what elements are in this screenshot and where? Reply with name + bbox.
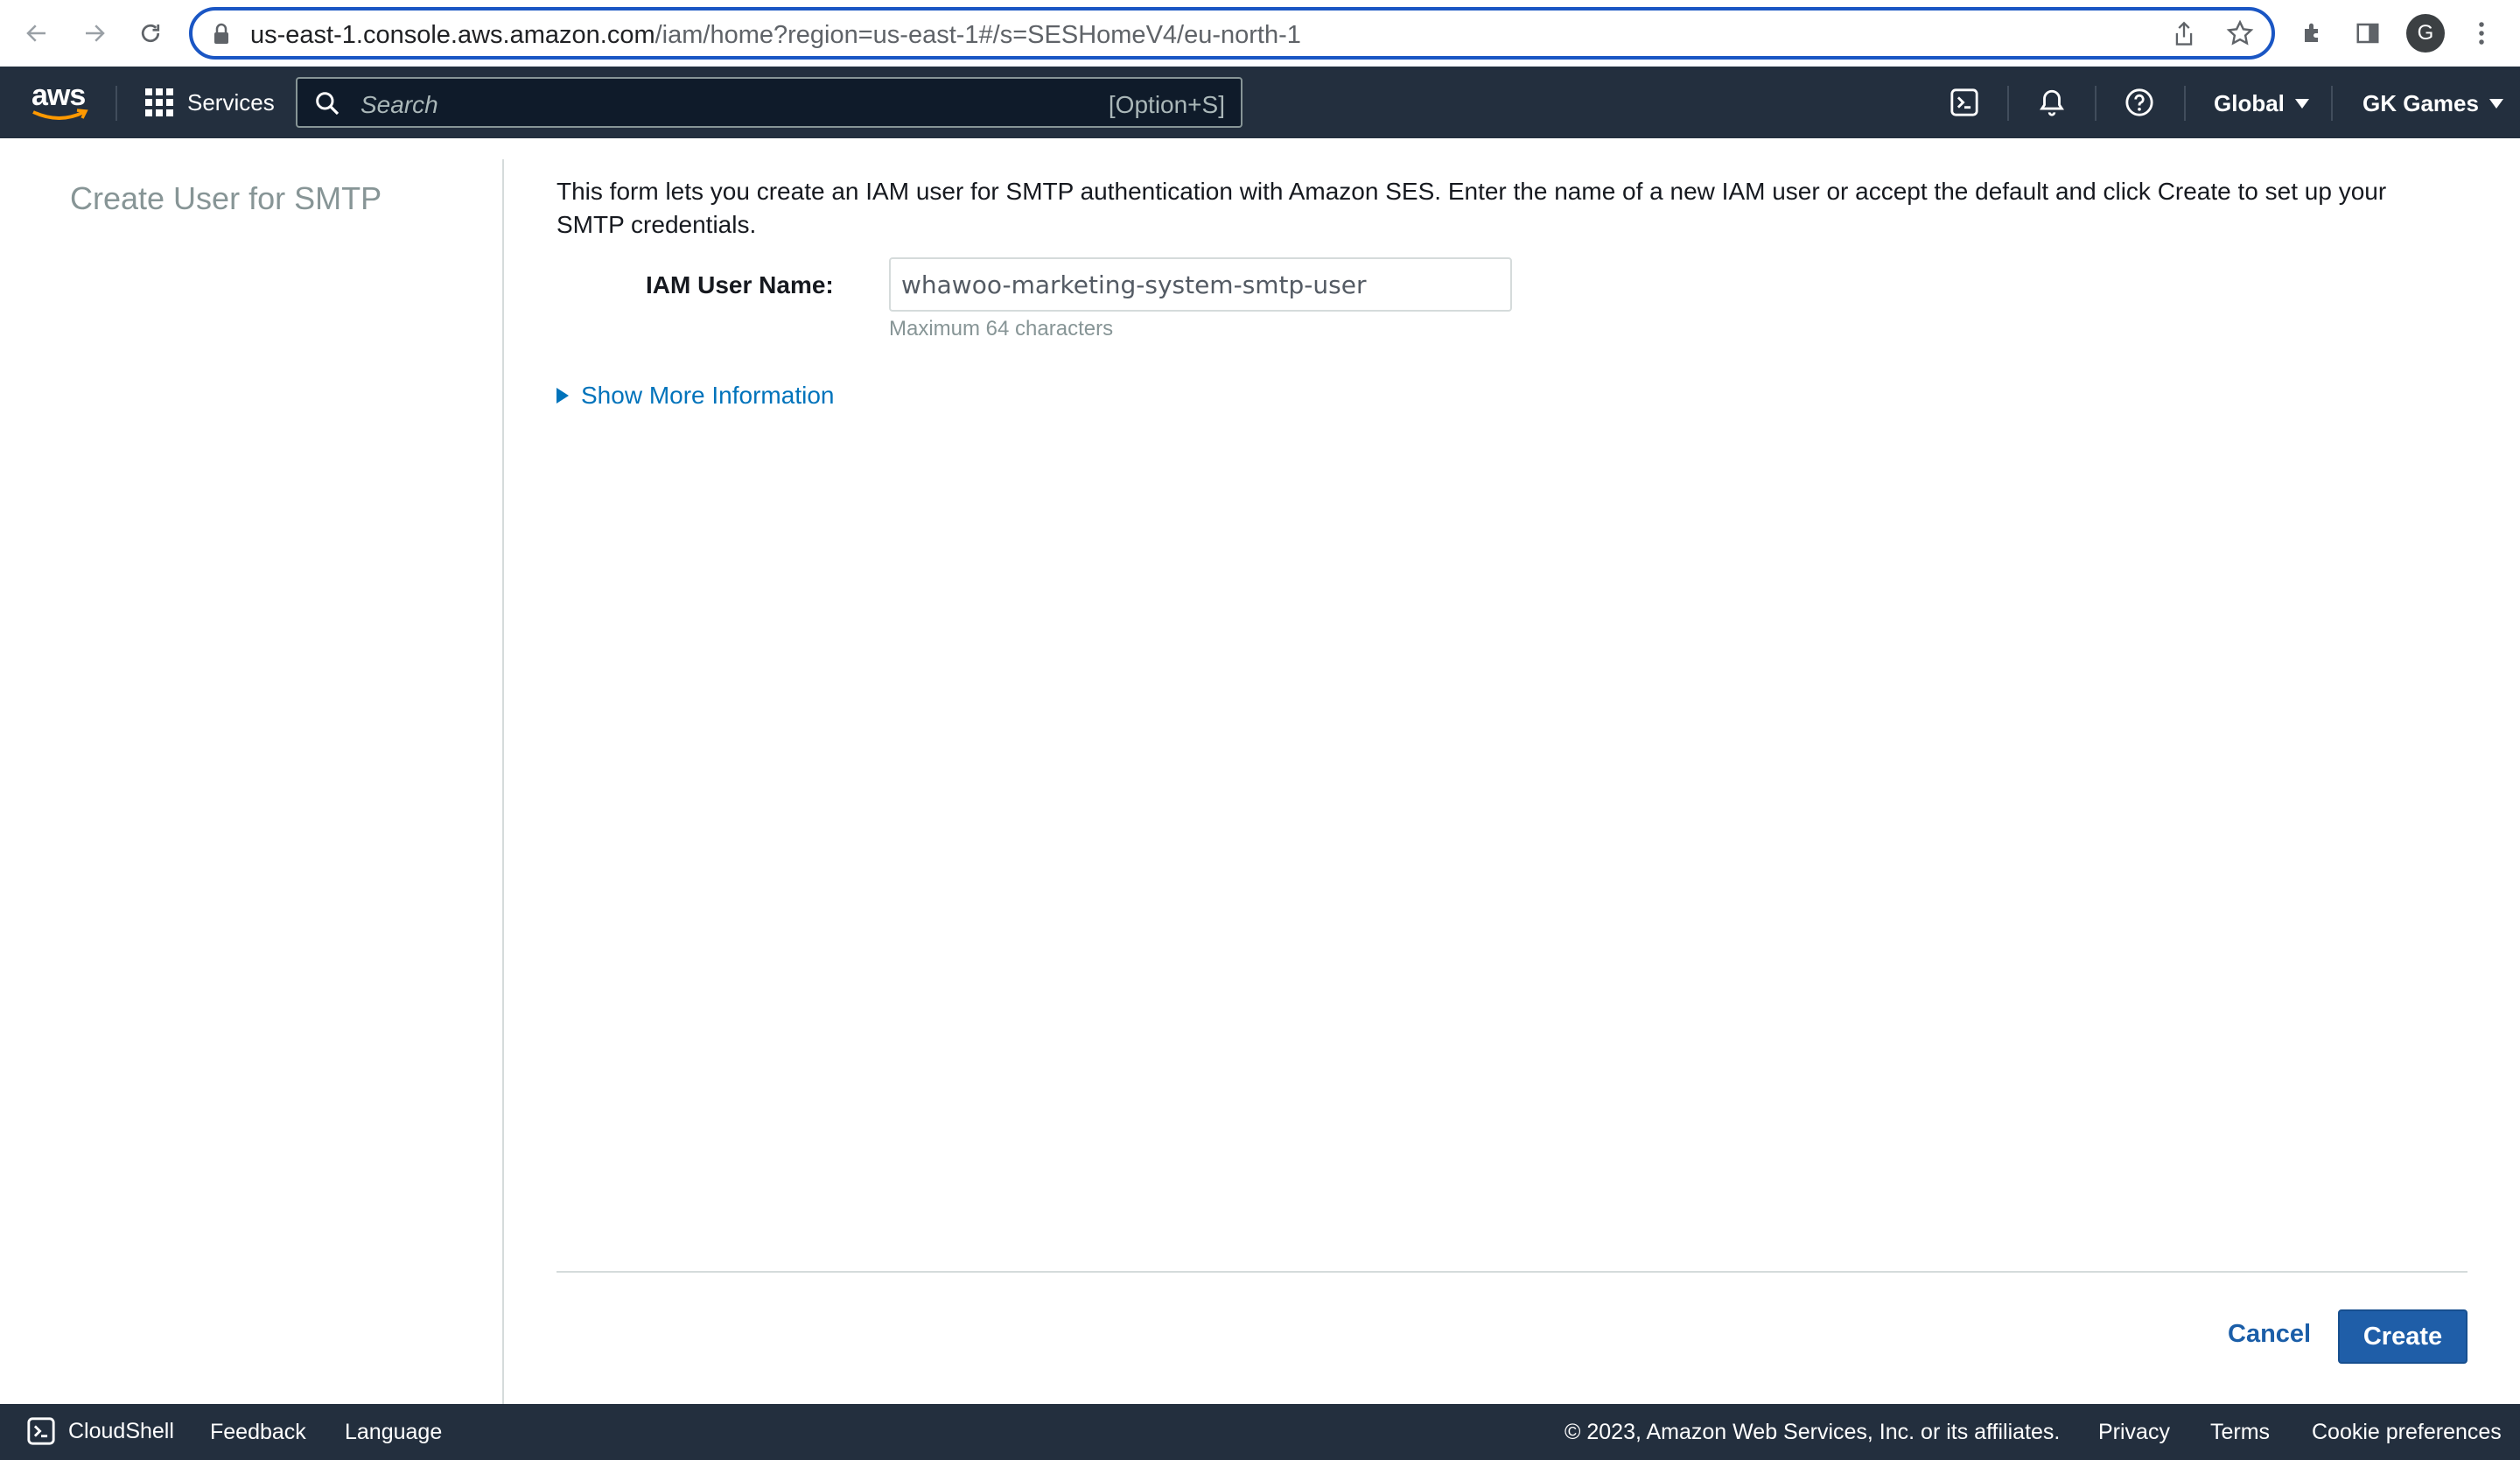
forward-icon[interactable] xyxy=(77,16,112,51)
services-menu-button[interactable]: Services xyxy=(145,82,275,123)
bookmark-star-icon[interactable] xyxy=(2226,19,2254,52)
show-more-label: Show More Information xyxy=(581,382,835,409)
form-description: This form lets you create an IAM user fo… xyxy=(556,178,2387,238)
notifications-bell-icon[interactable] xyxy=(2034,84,2070,121)
account-label: GK Games xyxy=(2362,89,2479,116)
aws-logo[interactable]: aws xyxy=(32,79,89,123)
cloudshell-icon[interactable] xyxy=(1946,84,1983,121)
privacy-link[interactable]: Privacy xyxy=(2098,1420,2170,1445)
triangle-right-icon xyxy=(556,388,569,404)
cloudshell-footer-button[interactable]: CloudShell xyxy=(26,1416,174,1446)
header-divider xyxy=(116,86,117,121)
help-icon[interactable] xyxy=(2121,84,2158,121)
aws-console-header: aws Services Search [Option+S] Global GK… xyxy=(0,67,2520,138)
header-divider xyxy=(2331,86,2333,121)
url-host: us-east-1.console.aws.amazon.com xyxy=(250,21,655,49)
url-text: us-east-1.console.aws.amazon.com/iam/hom… xyxy=(250,21,1301,50)
cloudshell-icon xyxy=(27,1417,55,1445)
header-divider xyxy=(2095,86,2096,121)
cancel-button[interactable]: Cancel xyxy=(2228,1320,2311,1349)
region-label: Global xyxy=(2214,89,2285,116)
aws-smile-icon xyxy=(32,109,88,120)
lock-icon xyxy=(212,23,231,50)
iam-user-name-input[interactable] xyxy=(889,257,1512,312)
services-label: Services xyxy=(187,88,275,116)
iam-user-name-label: IAM User Name: xyxy=(646,271,834,298)
caret-down-icon xyxy=(2294,98,2309,109)
iam-user-name-hint: Maximum 64 characters xyxy=(889,317,1114,340)
back-icon[interactable] xyxy=(19,16,54,51)
header-divider xyxy=(2184,86,2186,121)
browser-toolbar: us-east-1.console.aws.amazon.com/iam/hom… xyxy=(0,0,2520,67)
show-more-information-toggle[interactable]: Show More Information xyxy=(556,382,834,410)
left-panel-border xyxy=(502,159,504,1404)
search-placeholder: Search xyxy=(360,91,438,118)
region-selector[interactable]: Global xyxy=(2214,86,2309,121)
share-icon[interactable] xyxy=(2172,21,2196,52)
profile-avatar[interactable]: G xyxy=(2406,14,2445,53)
reload-icon[interactable] xyxy=(133,16,168,51)
copyright-text: © 2023, Amazon Web Services, Inc. or its… xyxy=(1564,1420,2061,1444)
cloudshell-label: CloudShell xyxy=(68,1418,174,1443)
page-title: Create User for SMTP xyxy=(70,180,382,216)
grid-icon xyxy=(145,88,173,116)
header-divider xyxy=(2007,86,2009,121)
language-link[interactable]: Language xyxy=(345,1420,442,1445)
side-panel-icon[interactable] xyxy=(2350,16,2385,51)
caret-down-icon xyxy=(2488,98,2503,109)
terms-link[interactable]: Terms xyxy=(2210,1420,2270,1445)
left-panel xyxy=(0,138,502,1404)
extensions-icon[interactable] xyxy=(2296,16,2331,51)
address-bar[interactable]: us-east-1.console.aws.amazon.com/iam/hom… xyxy=(189,7,2275,60)
create-button[interactable]: Create xyxy=(2338,1309,2468,1364)
account-menu[interactable]: GK Games xyxy=(2362,86,2503,121)
browser-menu-icon[interactable] xyxy=(2464,16,2499,51)
form-divider xyxy=(556,1271,2468,1273)
cookie-preferences-link[interactable]: Cookie preferences xyxy=(2312,1420,2502,1445)
feedback-link[interactable]: Feedback xyxy=(210,1420,306,1445)
search-input[interactable]: Search [Option+S] xyxy=(296,77,1242,128)
console-footer: CloudShell Feedback Language © 2023, Ama… xyxy=(0,1404,2520,1460)
url-path: /iam/home?region=us-east-1#/s=SESHomeV4/… xyxy=(654,21,1301,49)
search-icon xyxy=(313,89,341,122)
search-shortcut: [Option+S] xyxy=(1108,91,1225,118)
